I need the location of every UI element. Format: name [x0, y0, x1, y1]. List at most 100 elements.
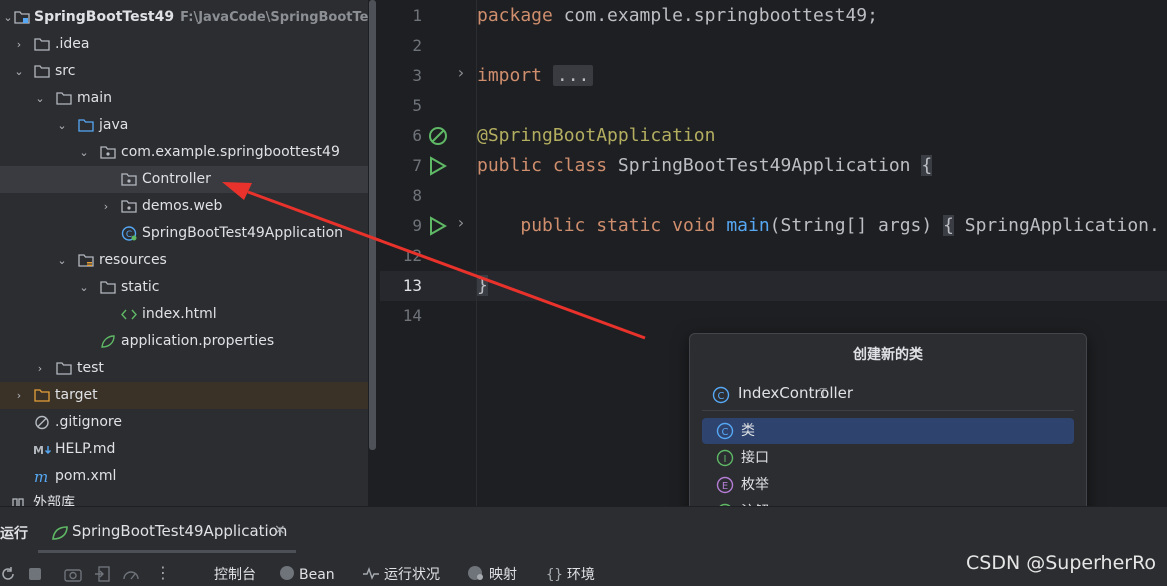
tree-item-help-md[interactable]: M HELP.md: [0, 436, 368, 463]
chevron-down-icon[interactable]: ⌄: [77, 274, 91, 301]
spring-properties-icon: [101, 335, 115, 348]
line-number: 6: [412, 126, 422, 145]
code-line-main[interactable]: public static void main(String[] args) {…: [477, 211, 1160, 241]
class-name-input[interactable]: C IndexController ⌶: [702, 380, 1074, 411]
tree-item-main[interactable]: ⌄ main: [0, 85, 368, 112]
fold-expand-icon[interactable]: ›: [456, 63, 466, 82]
active-tab-indicator: [38, 550, 296, 553]
fold-expand-icon[interactable]: ›: [456, 213, 466, 232]
svg-text:C: C: [126, 230, 132, 240]
chevron-right-icon[interactable]: ›: [12, 31, 26, 58]
chevron-down-icon[interactable]: ⌄: [12, 58, 26, 85]
tree-item-controller[interactable]: Controller: [0, 166, 368, 193]
code-line-close[interactable]: }: [477, 271, 488, 301]
svg-text:M: M: [33, 444, 44, 457]
tab-mappings[interactable]: 映射: [467, 565, 517, 585]
line-number: 1: [412, 6, 422, 25]
package-icon: [121, 200, 137, 213]
run-config-tab[interactable]: SpringBootTest49Application ×: [40, 515, 295, 551]
svg-text:I: I: [724, 454, 727, 465]
chevron-right-icon[interactable]: ›: [99, 193, 113, 220]
more-options-icon[interactable]: ⋮: [155, 563, 171, 582]
tree-item-package[interactable]: ⌄ com.example.springboottest49: [0, 139, 368, 166]
tree-item-test[interactable]: › test: [0, 355, 368, 382]
tree-scrollbar[interactable]: [369, 0, 376, 450]
tab-environment[interactable]: {} 环境: [546, 565, 595, 585]
kind-item-enum[interactable]: E 枚举: [702, 472, 1074, 498]
svg-text:m: m: [34, 469, 48, 484]
kind-item-interface[interactable]: I 接口: [702, 445, 1074, 471]
class-name-value[interactable]: IndexController: [738, 384, 853, 402]
library-icon: [12, 498, 24, 506]
tree-root-name: SpringBootTest49: [34, 9, 175, 25]
folder-icon: [100, 281, 116, 294]
tree-item-demos-web[interactable]: › demos.web: [0, 193, 368, 220]
tree-item-static[interactable]: ⌄ static: [0, 274, 368, 301]
run-tool-window: 运行 SpringBootTest49Application × ⋮ 控制台 B…: [0, 506, 1167, 586]
tree-item-gitignore[interactable]: .gitignore: [0, 409, 368, 436]
tree-item-target[interactable]: › target: [0, 382, 368, 409]
class-icon: C: [716, 422, 734, 440]
exit-icon[interactable]: [94, 566, 110, 582]
stop-icon[interactable]: [27, 566, 43, 582]
ignore-file-icon: [35, 415, 49, 430]
code-line-class[interactable]: public class SpringBootTest49Application…: [477, 151, 933, 181]
tree-item-resources[interactable]: ⌄ resources: [0, 247, 368, 274]
kind-item-class[interactable]: C 类: [702, 418, 1074, 444]
folded-imports[interactable]: ...: [552, 65, 594, 86]
current-line-highlight: [380, 271, 1167, 301]
interface-icon: I: [716, 449, 734, 467]
run-panel-label: 运行: [0, 526, 28, 542]
tree-item-idea[interactable]: › .idea: [0, 31, 368, 58]
code-line-package[interactable]: package com.example.springboottest49;: [477, 1, 878, 31]
folder-icon: [34, 65, 50, 78]
line-number-active: 13: [402, 276, 422, 295]
run-tab-label: SpringBootTest49Application: [72, 522, 288, 540]
tree-item-application-properties[interactable]: application.properties: [0, 328, 368, 355]
tree-item-src[interactable]: ⌄ src: [0, 58, 368, 85]
chevron-down-icon[interactable]: ⌄: [55, 112, 69, 139]
run-icon[interactable]: [429, 156, 447, 176]
tab-health[interactable]: 运行状况: [362, 565, 440, 585]
tree-item-external-libraries[interactable]: 外部库: [0, 490, 368, 506]
gauge-icon[interactable]: [122, 566, 140, 582]
chevron-right-icon[interactable]: ›: [33, 355, 47, 382]
html-file-icon: [121, 309, 137, 320]
tree-item-java[interactable]: ⌄ java: [0, 112, 368, 139]
tree-item-pom-xml[interactable]: m pom.xml: [0, 463, 368, 490]
tree-root[interactable]: ⌄ SpringBootTest49 F:\JavaCode\SpringBoot…: [0, 4, 368, 31]
chevron-down-icon[interactable]: ⌄: [77, 139, 91, 166]
source-folder-icon: [78, 119, 94, 132]
code-line-import[interactable]: import ...: [477, 61, 594, 91]
code-line-annotation[interactable]: @SpringBootApplication: [477, 121, 715, 151]
tree-item-application-class[interactable]: C SpringBootTest49Application: [0, 220, 368, 247]
tab-console[interactable]: 控制台: [210, 565, 256, 585]
tree-root-path: F:\JavaCode\SpringBootTest49: [180, 10, 368, 25]
run-icon[interactable]: [429, 216, 447, 236]
line-number: 7: [412, 156, 422, 175]
environment-braces-icon: {}: [546, 567, 563, 583]
spring-bean-icon[interactable]: [427, 125, 449, 147]
camera-icon[interactable]: [64, 566, 82, 582]
mappings-globe-icon: [468, 566, 483, 580]
module-folder-icon: [14, 11, 30, 24]
spring-run-icon: [52, 526, 68, 540]
line-number: 8: [412, 186, 422, 205]
folder-icon: [56, 92, 72, 105]
line-number: 2: [412, 36, 422, 55]
line-number: 12: [402, 246, 422, 265]
folder-icon: [56, 362, 72, 375]
tab-beans[interactable]: Bean: [279, 565, 335, 585]
chevron-down-icon[interactable]: ⌄: [55, 247, 69, 274]
tree-item-index-html[interactable]: index.html: [0, 301, 368, 328]
folder-icon: [34, 38, 50, 51]
line-number: 5: [412, 96, 422, 115]
chevron-down-icon[interactable]: ⌄: [33, 85, 47, 112]
line-number: 9: [412, 216, 422, 235]
chevron-down-icon[interactable]: ⌄: [1, 4, 15, 31]
svg-text:E: E: [722, 481, 728, 492]
spring-class-icon: C: [121, 226, 137, 241]
close-icon[interactable]: ×: [274, 522, 286, 538]
chevron-right-icon[interactable]: ›: [12, 382, 26, 409]
rerun-icon[interactable]: [0, 566, 16, 582]
